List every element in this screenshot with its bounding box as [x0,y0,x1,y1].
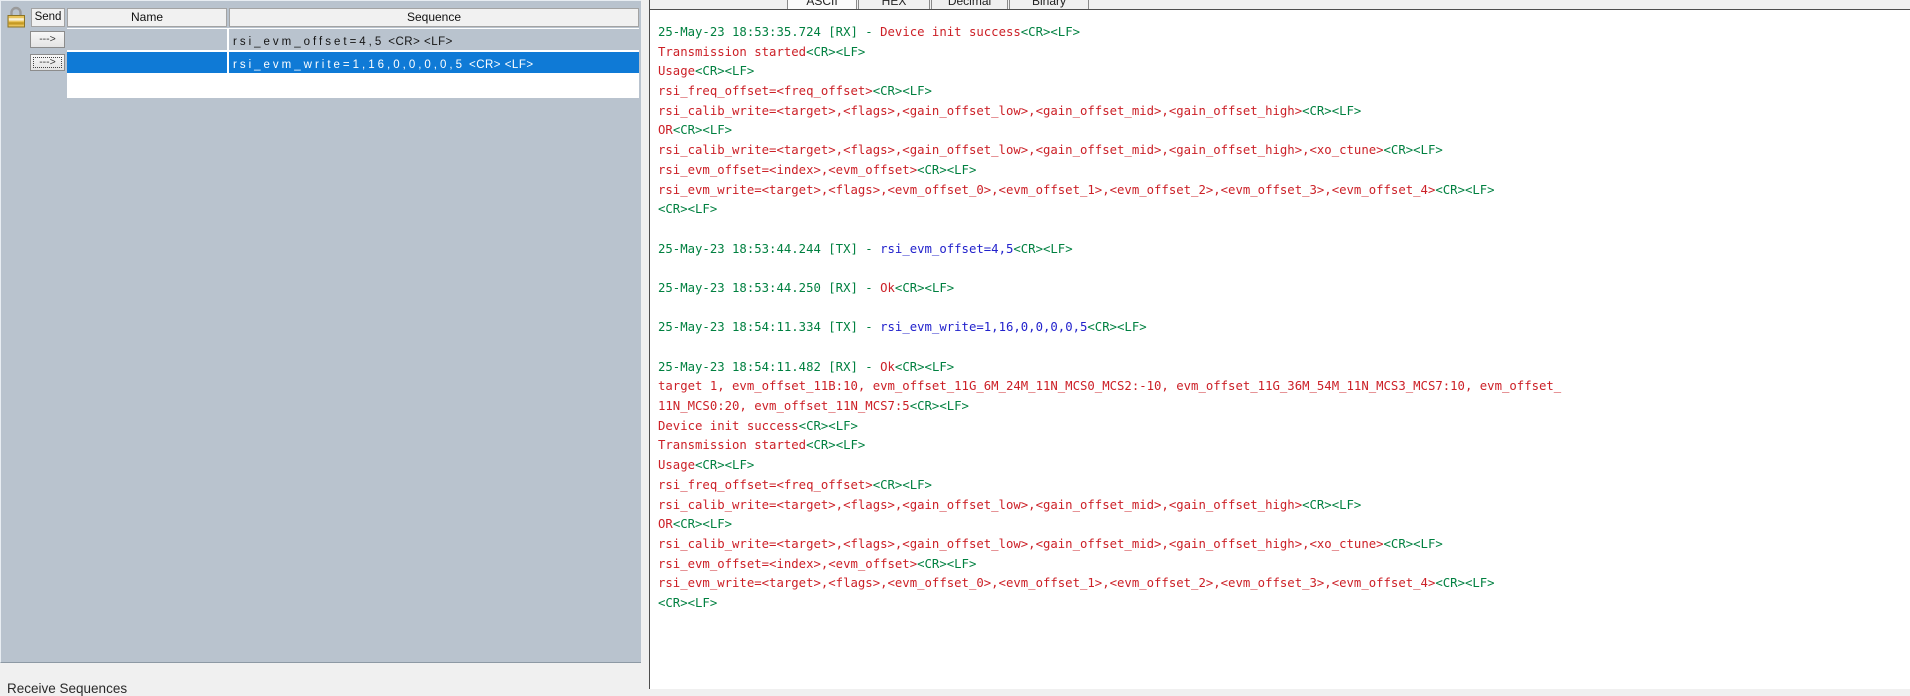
terminal-line [658,338,1906,358]
tab-decimal-label: Decimal [932,0,1007,8]
send-sequences-grid: rsi_evm_offset=4,5 <CR> <LF> rsi_evm_writ… [67,28,639,98]
terminal-line: rsi_evm_offset=<index>,<evm_offset><CR><… [658,555,1906,575]
terminal-line: 25-May-23 18:53:44.250 [RX] - Ok<CR><LF> [658,279,1906,299]
communication-window: ASCII HEX Decimal Binary 25-May-23 18:53… [649,0,1910,689]
terminal-line: Usage<CR><LF> [658,456,1906,476]
sequence-name-cell-selected[interactable] [67,52,227,73]
terminal-line: 25-May-23 18:53:44.244 [TX] - rsi_evm_of… [658,240,1906,260]
sequence-cell-empty[interactable] [229,75,639,96]
tab-ascii-label: ASCII [788,0,856,8]
terminal-line: rsi_freq_offset=<freq_offset><CR><LF> [658,82,1906,102]
terminal-line: <CR><LF> [658,200,1906,220]
sequence-control-chars: <CR> <LF> [469,59,534,71]
terminal-output[interactable]: 25-May-23 18:53:35.724 [RX] - Device ini… [650,9,1910,689]
terminal-line: rsi_calib_write=<target>,<flags>,<gain_o… [658,496,1906,516]
terminal-line: 25-May-23 18:54:11.482 [RX] - Ok<CR><LF> [658,358,1906,378]
terminal-line [658,259,1906,279]
view-tabbar: ASCII HEX Decimal Binary [650,0,1910,9]
sequence-text: rsi_evm_offset=4,5 [233,36,384,48]
terminal-line: Usage<CR><LF> [658,62,1906,82]
terminal-line: Transmission started<CR><LF> [658,436,1906,456]
sequence-name-cell-empty[interactable] [67,75,227,96]
sequence-cell[interactable]: rsi_evm_offset=4,5 <CR> <LF> [229,29,639,50]
terminal-line: OR<CR><LF> [658,515,1906,535]
terminal-line: Transmission started<CR><LF> [658,43,1906,63]
send-sequences-panel: Send Name Sequence rsi_evm_offset=4,5 <CR… [0,0,641,663]
sequence-text: rsi_evm_write=1,16,0,0,0,0,5 [233,59,465,71]
tab-hex-label: HEX [859,0,929,8]
terminal-line: 11N_MCS0:20, evm_offset_11N_MCS7:5<CR><L… [658,397,1906,417]
terminal-line [658,220,1906,240]
tab-hex[interactable]: HEX [858,0,930,9]
sequence-control-chars: <CR> <LF> [388,36,453,48]
column-header-sequence: Sequence [229,8,639,27]
terminal-line: <CR><LF> [658,594,1906,614]
terminal-line: rsi_calib_write=<target>,<flags>,<gain_o… [658,141,1906,161]
terminal-line: OR<CR><LF> [658,121,1906,141]
terminal-line: 25-May-23 18:53:35.724 [RX] - Device ini… [658,23,1906,43]
tab-binary[interactable]: Binary [1009,0,1089,9]
column-header-name: Name [67,8,227,27]
tab-binary-label: Binary [1010,0,1088,8]
terminal-line: rsi_calib_write=<target>,<flags>,<gain_o… [658,102,1906,122]
column-header-send: Send [31,8,65,27]
lock-icon [5,5,27,29]
sequence-cell-selected[interactable]: rsi_evm_write=1,16,0,0,0,0,5 <CR> <LF> [229,52,639,73]
terminal-line: rsi_freq_offset=<freq_offset><CR><LF> [658,476,1906,496]
terminal-line: target 1, evm_offset_11B:10, evm_offset_… [658,377,1906,397]
tab-ascii[interactable]: ASCII [787,0,857,9]
tab-decimal[interactable]: Decimal [931,0,1008,9]
terminal-line: 25-May-23 18:54:11.334 [TX] - rsi_evm_wr… [658,318,1906,338]
send-sequence-button-focused[interactable]: ---> [30,54,65,71]
terminal-line: rsi_evm_write=<target>,<flags>,<evm_offs… [658,574,1906,594]
terminal-line: rsi_calib_write=<target>,<flags>,<gain_o… [658,535,1906,555]
terminal-line [658,299,1906,319]
send-sequence-button[interactable]: ---> [30,31,65,48]
terminal-line: rsi_evm_write=<target>,<flags>,<evm_offs… [658,181,1906,201]
terminal-line: Device init success<CR><LF> [658,417,1906,437]
terminal-line: rsi_evm_offset=<index>,<evm_offset><CR><… [658,161,1906,181]
sequence-name-cell[interactable] [67,29,227,50]
